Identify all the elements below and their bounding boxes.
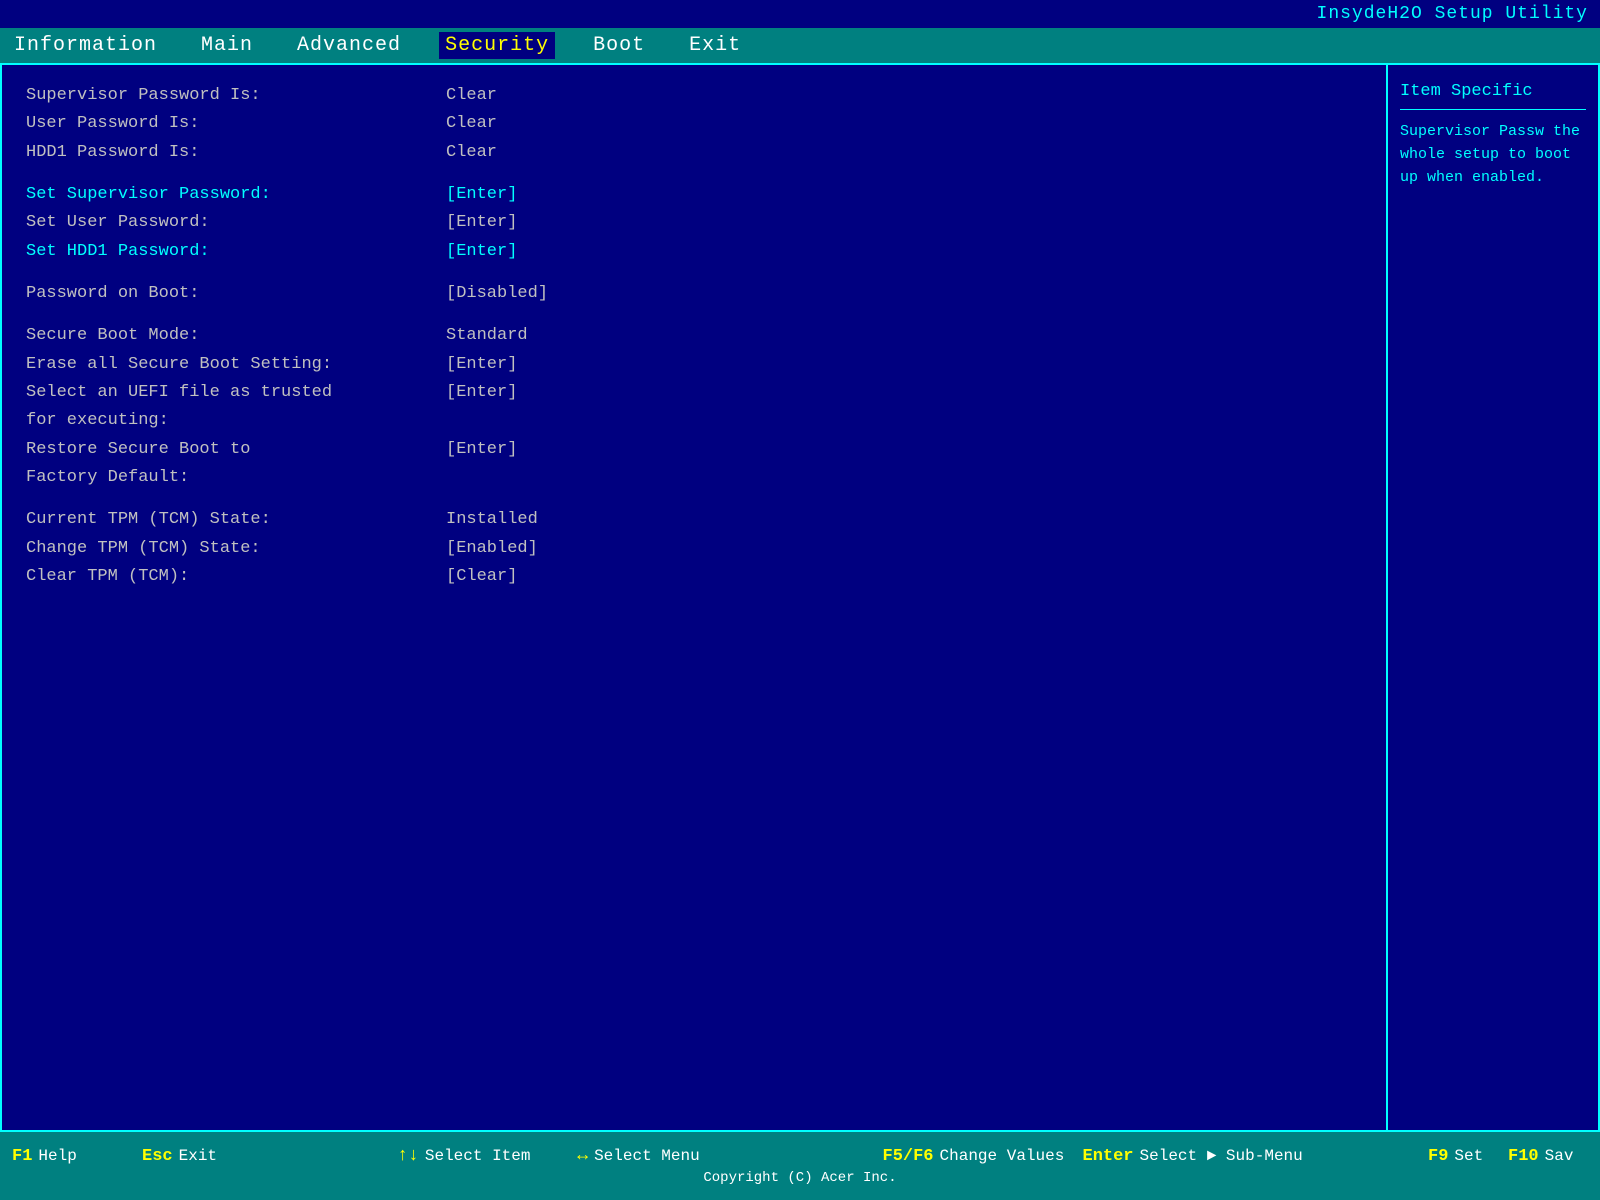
label-set-hdd1-password: Set HDD1 Password:	[26, 239, 446, 265]
value-secure-boot-mode: Standard	[446, 323, 528, 349]
menu-item-advanced[interactable]: Advanced	[291, 32, 407, 59]
key-group-f9: F9 Set	[1428, 1147, 1508, 1166]
menu-item-main[interactable]: Main	[195, 32, 259, 59]
label-clear-tpm: Clear TPM (TCM):	[26, 564, 446, 590]
key-group-f10: F10 Sav	[1508, 1147, 1588, 1166]
copyright: Copyright (C) Acer Inc.	[12, 1170, 1588, 1186]
key-group-f5f6: F5/F6 Change Values	[883, 1147, 1083, 1166]
esc-desc: Exit	[179, 1147, 217, 1165]
value-clear-tpm: [Clear]	[446, 564, 517, 590]
row-secure-boot-mode[interactable]: Secure Boot Mode: Standard	[26, 323, 1362, 349]
label-erase-secure-boot: Erase all Secure Boot Setting:	[26, 352, 446, 378]
spacer-2	[26, 267, 1362, 281]
f1-key: F1	[12, 1147, 32, 1166]
status-bar-content: F1 Help Esc Exit ↑↓ Select Item ↔ Sele	[12, 1146, 1588, 1186]
value-restore-secure-boot: [Enter]	[446, 437, 517, 463]
value-password-on-boot: [Disabled]	[446, 281, 548, 307]
label-change-tpm: Change TPM (TCM) State:	[26, 536, 446, 562]
row-erase-secure-boot[interactable]: Erase all Secure Boot Setting: [Enter]	[26, 352, 1362, 378]
label-set-supervisor-password: Set Supervisor Password:	[26, 182, 446, 208]
key-group-esc: Esc Exit	[142, 1147, 272, 1166]
select-menu: Select Menu	[594, 1147, 700, 1165]
label-for-executing: for executing:	[26, 408, 446, 434]
row-hdd1-password-is: HDD1 Password Is: Clear	[26, 140, 1362, 166]
row-uefi-trusted[interactable]: Select an UEFI file as trusted [Enter]	[26, 380, 1362, 406]
label-current-tpm: Current TPM (TCM) State:	[26, 507, 446, 533]
help-text: Supervisor Passw the whole setup to boot…	[1400, 120, 1586, 190]
row-user-password-is: User Password Is: Clear	[26, 111, 1362, 137]
row-password-on-boot[interactable]: Password on Boot: [Disabled]	[26, 281, 1362, 307]
spacer-1	[26, 168, 1362, 182]
title-text: InsydeH2O Setup Utility	[1317, 4, 1588, 24]
f5f6-key: F5/F6	[883, 1147, 934, 1166]
value-uefi-trusted: [Enter]	[446, 380, 517, 406]
menu-item-information[interactable]: Information	[8, 32, 163, 59]
label-secure-boot-mode: Secure Boot Mode:	[26, 323, 446, 349]
key-group-arrows-lr: ↔ Select Menu	[577, 1146, 757, 1166]
row-current-tpm: Current TPM (TCM) State: Installed	[26, 507, 1362, 533]
enter-key: Enter	[1083, 1147, 1134, 1166]
content-panel: Supervisor Password Is: Clear User Passw…	[2, 65, 1388, 1130]
row-supervisor-password-is: Supervisor Password Is: Clear	[26, 83, 1362, 109]
spacer-4	[26, 493, 1362, 507]
key-group-f1: F1 Help	[12, 1147, 142, 1166]
menu-item-boot[interactable]: Boot	[587, 32, 651, 59]
help-panel: Item Specific Supervisor Passw the whole…	[1388, 65, 1598, 1130]
value-set-hdd1-password: [Enter]	[446, 239, 517, 265]
f9-key: F9	[1428, 1147, 1448, 1166]
row-set-user-password[interactable]: Set User Password: [Enter]	[26, 210, 1362, 236]
row-factory-default: Factory Default:	[26, 465, 1362, 491]
row-restore-secure-boot[interactable]: Restore Secure Boot to [Enter]	[26, 437, 1362, 463]
esc-key: Esc	[142, 1147, 173, 1166]
menu-item-security[interactable]: Security	[439, 32, 555, 59]
menu-bar: Information Main Advanced Security Boot …	[0, 28, 1600, 63]
help-title: Item Specific	[1400, 79, 1586, 110]
row-clear-tpm[interactable]: Clear TPM (TCM): [Clear]	[26, 564, 1362, 590]
value-current-tpm: Installed	[446, 507, 538, 533]
f10-desc: Sav	[1545, 1147, 1574, 1165]
value-erase-secure-boot: [Enter]	[446, 352, 517, 378]
value-set-user-password: [Enter]	[446, 210, 517, 236]
f1-desc: Help	[38, 1147, 76, 1165]
enter-desc: Select ► Sub-Menu	[1140, 1147, 1303, 1165]
row-set-hdd1-password[interactable]: Set HDD1 Password: [Enter]	[26, 239, 1362, 265]
value-change-tpm: [Enabled]	[446, 536, 538, 562]
status-bar: F1 Help Esc Exit ↑↓ Select Item ↔ Sele	[0, 1132, 1600, 1200]
row-set-supervisor-password[interactable]: Set Supervisor Password: [Enter]	[26, 182, 1362, 208]
arrow-updown: ↑↓	[397, 1146, 419, 1166]
value-set-supervisor-password: [Enter]	[446, 182, 517, 208]
menu-item-exit[interactable]: Exit	[683, 32, 747, 59]
spacer-3	[26, 309, 1362, 323]
title-bar: InsydeH2O Setup Utility	[0, 0, 1600, 28]
label-user-password-is: User Password Is:	[26, 111, 446, 137]
value-user-password-is: Clear	[446, 111, 497, 137]
label-set-user-password: Set User Password:	[26, 210, 446, 236]
f10-key: F10	[1508, 1147, 1539, 1166]
label-supervisor-password-is: Supervisor Password Is:	[26, 83, 446, 109]
label-factory-default: Factory Default:	[26, 465, 446, 491]
key-group-arrows-ud: ↑↓ Select Item	[397, 1146, 577, 1166]
value-hdd1-password-is: Clear	[446, 140, 497, 166]
row-for-executing: for executing:	[26, 408, 1362, 434]
arrow-leftright: ↔	[577, 1146, 588, 1166]
key-group-enter: Enter Select ► Sub-Menu	[1083, 1147, 1303, 1166]
status-bottom-row1: F1 Help Esc Exit ↑↓ Select Item ↔ Sele	[12, 1146, 1588, 1170]
main-area: Supervisor Password Is: Clear User Passw…	[0, 63, 1600, 1132]
value-supervisor-password-is: Clear	[446, 83, 497, 109]
label-hdd1-password-is: HDD1 Password Is:	[26, 140, 446, 166]
select-item: Select Item	[425, 1147, 531, 1165]
row-change-tpm[interactable]: Change TPM (TCM) State: [Enabled]	[26, 536, 1362, 562]
f9-desc: Set	[1454, 1147, 1483, 1165]
label-uefi-trusted: Select an UEFI file as trusted	[26, 380, 446, 406]
label-password-on-boot: Password on Boot:	[26, 281, 446, 307]
label-restore-secure-boot: Restore Secure Boot to	[26, 437, 446, 463]
f5f6-desc: Change Values	[940, 1147, 1065, 1165]
